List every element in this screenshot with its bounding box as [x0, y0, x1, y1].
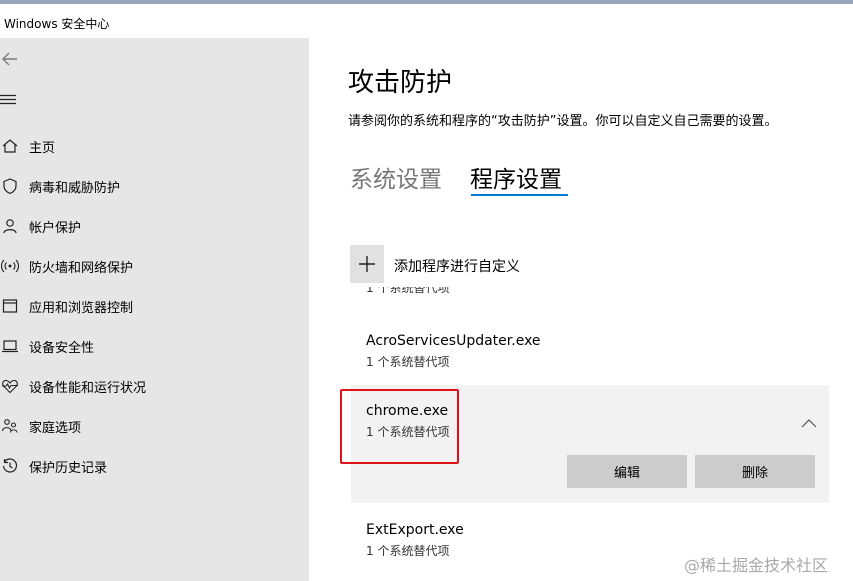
chevron-up-icon[interactable]: [801, 413, 817, 428]
family-icon: [1, 417, 19, 435]
sidebar-item-label: 设备安全性: [29, 341, 95, 356]
plus-icon: [350, 245, 384, 283]
sidebar-item-label: 主页: [29, 141, 56, 156]
sidebar-item-family-options[interactable]: 家庭选项: [0, 408, 309, 444]
heart-pulse-icon: [1, 377, 19, 395]
app-window-icon: [1, 297, 19, 315]
hamburger-menu-icon[interactable]: [0, 90, 22, 106]
sidebar-item-app-browser-control[interactable]: 应用和浏览器控制: [0, 288, 309, 324]
home-icon: [1, 137, 19, 155]
window-title: Windows 安全中心: [4, 17, 110, 31]
program-name: ExtExport.exe: [366, 522, 464, 538]
wifi-antenna-icon: [0, 257, 20, 275]
shield-icon: [1, 177, 19, 195]
edit-button[interactable]: 编辑: [567, 455, 687, 488]
tab-system-settings[interactable]: 系统设置: [350, 160, 442, 194]
sidebar: 主页 病毒和威胁防护 帐户保护 防火墙和网络保护 应用和浏览器控制 设备安全性 …: [0, 38, 309, 581]
history-icon: [1, 457, 19, 475]
program-item-extexport[interactable]: ExtExport.exe 1 个系统替代项: [366, 522, 464, 559]
program-name: AcroServicesUpdater.exe: [366, 333, 541, 349]
sidebar-item-label: 帐户保护: [29, 221, 82, 236]
person-icon: [1, 217, 19, 235]
watermark-text: @稀土掘金技术社区: [684, 556, 829, 575]
sidebar-item-label: 保护历史记录: [29, 461, 108, 476]
sidebar-item-label: 防火墙和网络保护: [29, 261, 134, 276]
sidebar-item-device-security[interactable]: 设备安全性: [0, 328, 309, 364]
program-sub-partial: 1 个系统替代项: [366, 287, 450, 295]
main-content: 攻击防护 请参阅你的系统和程序的“攻击防护”设置。你可以自定义自己需要的设置。 …: [309, 38, 853, 581]
sidebar-item-home[interactable]: 主页: [0, 128, 309, 164]
sidebar-item-virus-protection[interactable]: 病毒和威胁防护: [0, 168, 309, 204]
program-override-count: 1 个系统替代项: [366, 544, 450, 558]
program-override-count: 1 个系统替代项: [366, 355, 450, 369]
sidebar-item-label: 设备性能和运行状况: [29, 381, 147, 396]
program-item-acroservicesupdater[interactable]: AcroServicesUpdater.exe 1 个系统替代项: [366, 333, 541, 370]
delete-button[interactable]: 删除: [695, 455, 815, 488]
sidebar-item-device-performance[interactable]: 设备性能和运行状况: [0, 368, 309, 404]
sidebar-item-protection-history[interactable]: 保护历史记录: [0, 448, 309, 484]
add-program-label: 添加程序进行自定义: [394, 259, 520, 275]
title-bar[interactable]: Windows 安全中心: [0, 4, 853, 38]
tab-program-settings[interactable]: 程序设置: [470, 160, 562, 194]
sidebar-item-label: 家庭选项: [29, 421, 82, 436]
page-title: 攻击防护: [348, 68, 453, 98]
laptop-icon: [1, 337, 19, 355]
sidebar-item-account-protection[interactable]: 帐户保护: [0, 208, 309, 244]
sidebar-item-label: 病毒和威胁防护: [29, 181, 121, 196]
back-arrow-icon[interactable]: [0, 48, 24, 70]
sidebar-item-firewall[interactable]: 防火墙和网络保护: [0, 248, 309, 284]
page-description: 请参阅你的系统和程序的“攻击防护”设置。你可以自定义自己需要的设置。: [348, 114, 778, 129]
annotation-highlight-box: [340, 389, 459, 464]
add-program-button[interactable]: 添加程序进行自定义: [350, 245, 570, 283]
active-tab-indicator: [471, 194, 568, 196]
sidebar-item-label: 应用和浏览器控制: [29, 301, 134, 316]
security-center-window: Windows 安全中心 主页 病毒和威胁防护 帐户保护 防火墙和网络保护 应用…: [0, 0, 853, 581]
